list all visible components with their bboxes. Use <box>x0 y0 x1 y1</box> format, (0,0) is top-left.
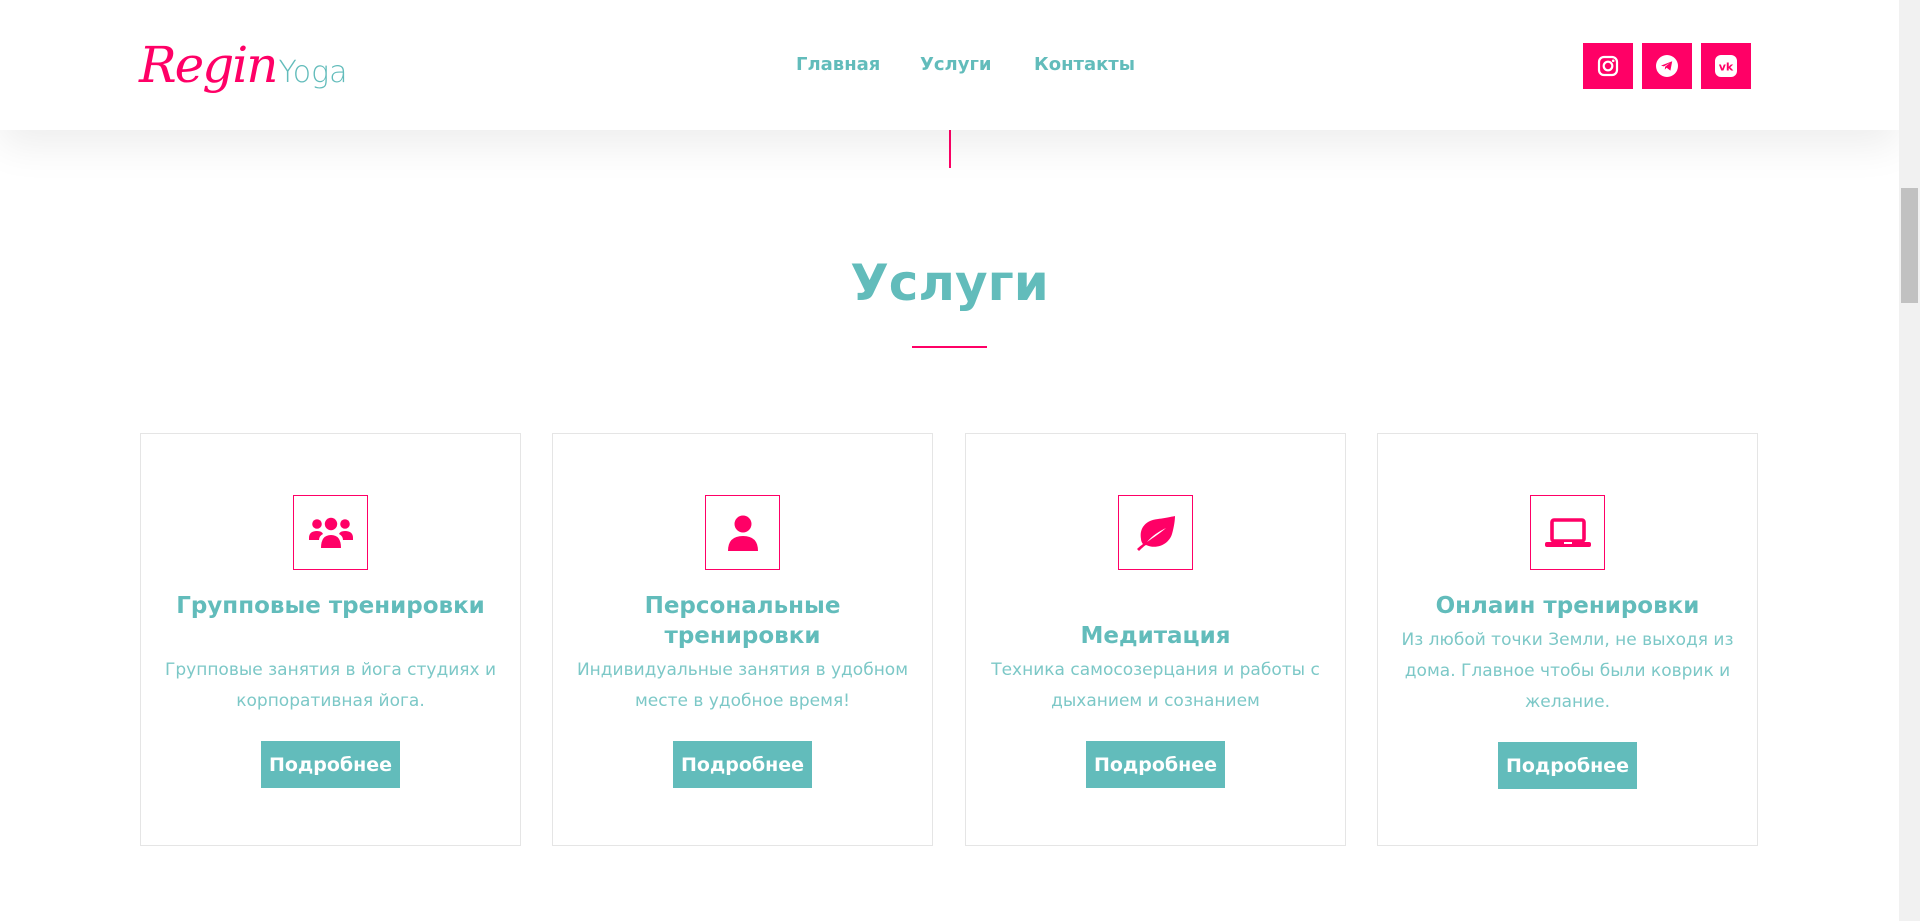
section-title-underline <box>912 346 987 348</box>
card-title: Групповые тренировки <box>176 593 485 619</box>
nav-link-contacts[interactable]: Контакты <box>1034 53 1135 77</box>
service-card-online: Онлаин тренировки Из любой точки Земли, … <box>1377 433 1758 846</box>
laptop-icon <box>1544 517 1591 547</box>
section-title: Услуги <box>850 254 1049 312</box>
telegram-icon <box>1656 55 1678 77</box>
header-divider-line <box>949 130 951 168</box>
more-button[interactable]: Подробнее <box>1498 742 1637 789</box>
card-icon-frame <box>1530 495 1605 570</box>
page-scrollbar[interactable] <box>1899 0 1920 921</box>
card-icon-frame <box>293 495 368 570</box>
card-description: Из любой точки Земли, не выходя из дома.… <box>1401 630 1734 712</box>
nav-link-home[interactable]: Главная <box>796 53 880 77</box>
service-card-group: Групповые тренировки Групповые занятия в… <box>140 433 521 846</box>
service-card-personal: Персональные тренировки Индивидуальные з… <box>552 433 933 846</box>
more-button[interactable]: Подробнее <box>673 741 812 788</box>
instagram-icon <box>1597 55 1619 77</box>
scrollbar-thumb[interactable] <box>1901 188 1918 303</box>
service-card-meditation: Медитация Техника самосозерцания и работ… <box>965 433 1346 846</box>
card-description: Техника самосозерцания и работы с дыхани… <box>991 660 1320 711</box>
site-header: Regin Yoga Главная Услуги Контакты vk <box>0 0 1899 130</box>
leaf-icon <box>1136 515 1175 551</box>
nav-link-services[interactable]: Услуги <box>920 53 991 77</box>
card-icon-frame <box>705 495 780 570</box>
card-description: Индивидуальные занятия в удобном месте в… <box>576 660 909 711</box>
instagram-button[interactable] <box>1583 43 1633 89</box>
more-button[interactable]: Подробнее <box>261 741 400 788</box>
card-icon-frame <box>1118 495 1193 570</box>
card-title: Медитация <box>1080 623 1231 649</box>
card-title: Персональные тренировки <box>644 593 841 649</box>
vk-button[interactable]: vk <box>1701 43 1751 89</box>
more-button[interactable]: Подробнее <box>1086 741 1225 788</box>
group-icon <box>308 517 353 548</box>
telegram-button[interactable] <box>1642 43 1692 89</box>
card-description: Групповые занятия в йога студиях и корпо… <box>164 660 496 711</box>
person-icon <box>727 515 758 551</box>
page: Regin Yoga Главная Услуги Контакты vk Ус… <box>0 0 1899 921</box>
vk-icon-text: vk <box>1719 61 1734 74</box>
card-title: Онлаин тренировки <box>1435 593 1700 619</box>
vk-icon: vk <box>1715 55 1737 77</box>
